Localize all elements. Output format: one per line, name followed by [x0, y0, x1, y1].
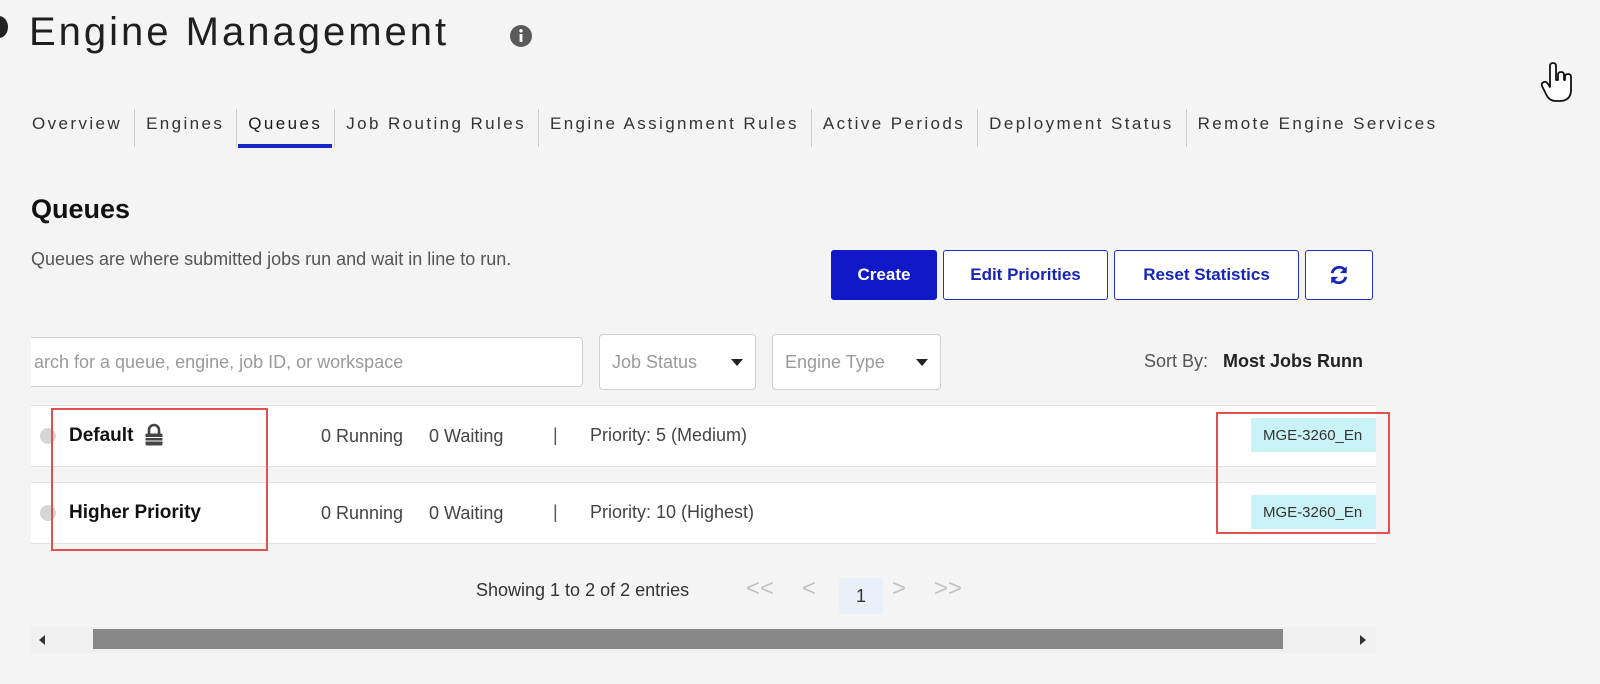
priority-text: Priority: 10 (Highest) — [590, 502, 755, 522]
pagination-summary: Showing 1 to 2 of 2 entries — [476, 580, 690, 600]
sort-select[interactable]: Most Jobs Runn — [1223, 351, 1363, 372]
job-status-dropdown[interactable]: Job Status — [599, 334, 756, 390]
first-page-button[interactable]: << — [746, 575, 774, 603]
tab-remote-engine-services[interactable]: Remote Engine Services — [1185, 103, 1450, 147]
scroll-right-icon[interactable] — [1360, 635, 1366, 645]
refresh-button[interactable] — [1305, 250, 1373, 300]
previous-page-button[interactable]: < — [802, 575, 816, 603]
tab-overview[interactable]: Overview — [20, 103, 134, 145]
reset-statistics-button[interactable]: Reset Statistics — [1114, 250, 1299, 300]
separator: | — [553, 502, 558, 522]
section-title: Queues — [31, 194, 131, 224]
hand-cursor-icon — [1540, 62, 1572, 102]
refresh-icon — [1330, 265, 1348, 285]
tab-bar: Overview Engines Queues Job Routing Rule… — [20, 103, 1450, 148]
highlight-box-queue-names — [51, 408, 268, 551]
logo-edge — [0, 16, 8, 38]
tab-engine-assignment-rules[interactable]: Engine Assignment Rules — [537, 103, 811, 147]
horizontal-scrollbar[interactable] — [31, 627, 1376, 653]
waiting-count: 0 Waiting — [429, 426, 504, 446]
job-status-label: Job Status — [612, 351, 698, 372]
caret-down-icon — [916, 359, 928, 366]
separator: | — [553, 425, 558, 445]
running-count: 0 Running — [321, 426, 404, 446]
engine-type-label: Engine Type — [785, 351, 885, 372]
running-count: 0 Running — [321, 503, 404, 523]
page-title: Engine Management — [29, 10, 450, 54]
scroll-left-icon[interactable] — [39, 635, 45, 645]
highlight-box-engines — [1216, 412, 1390, 534]
next-page-button[interactable]: > — [892, 575, 906, 603]
tab-engines[interactable]: Engines — [134, 103, 236, 147]
create-button[interactable]: Create — [831, 250, 937, 300]
search-placeholder: arch for a queue, engine, job ID, or wor… — [34, 351, 404, 372]
tab-queues[interactable]: Queues — [236, 103, 334, 148]
tab-deployment-status[interactable]: Deployment Status — [977, 103, 1185, 147]
caret-down-icon — [731, 359, 743, 366]
priority-text: Priority: 5 (Medium) — [590, 425, 748, 445]
scrollbar-thumb[interactable] — [93, 629, 1283, 649]
sort-label: Sort By: — [1144, 351, 1209, 371]
edit-priorities-button[interactable]: Edit Priorities — [943, 250, 1108, 300]
search-input[interactable]: arch for a queue, engine, job ID, or wor… — [31, 337, 583, 387]
waiting-count: 0 Waiting — [429, 503, 504, 523]
current-page-button[interactable]: 1 — [839, 578, 883, 614]
tab-job-routing-rules[interactable]: Job Routing Rules — [334, 103, 538, 147]
tab-active-periods[interactable]: Active Periods — [810, 103, 977, 147]
last-page-button[interactable]: >> — [934, 575, 962, 603]
info-icon[interactable] — [509, 24, 533, 48]
engine-type-dropdown[interactable]: Engine Type — [772, 334, 941, 390]
section-description: Queues are where submitted jobs run and … — [31, 249, 512, 269]
